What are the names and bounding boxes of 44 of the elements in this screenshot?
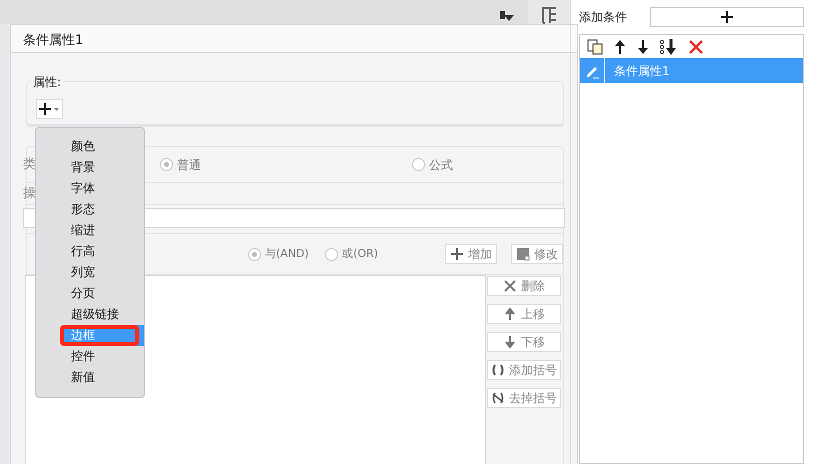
panel-title: 添加条件 xyxy=(579,9,627,26)
type-radio[interactable]: 公式 xyxy=(412,156,453,174)
menu-item[interactable]: 字体 xyxy=(67,178,144,199)
menu-item[interactable]: 分页 xyxy=(67,283,144,304)
up-button[interactable]: 上移 xyxy=(487,304,561,324)
arrow-down-icon[interactable] xyxy=(637,40,649,54)
plus-icon xyxy=(721,11,733,23)
menu-item[interactable]: 控件 xyxy=(67,346,144,367)
close-icon[interactable] xyxy=(689,40,703,54)
operator-label: 操 xyxy=(23,184,36,203)
menu-item[interactable]: 列宽 xyxy=(67,262,144,283)
paren-button[interactable]: 添加括号 xyxy=(487,360,561,380)
logic-radio[interactable]: 或(OR) xyxy=(325,246,445,262)
edit-button[interactable]: 修改 xyxy=(511,244,563,264)
type-radio[interactable]: 普通 xyxy=(160,156,412,174)
move-to-bottom-icon[interactable] xyxy=(660,38,678,54)
add-attribute-button[interactable] xyxy=(36,99,63,119)
copy-icon[interactable] xyxy=(587,38,603,54)
parentheses-icon xyxy=(491,363,505,377)
close-icon xyxy=(503,279,517,293)
condition-item[interactable]: 条件属性1 xyxy=(580,58,803,83)
menu-item[interactable]: 超级链接 xyxy=(67,304,144,325)
menu-item[interactable]: 背景 xyxy=(67,157,144,178)
plus-icon xyxy=(450,247,464,261)
layout-icon[interactable] xyxy=(540,6,558,24)
arrow-down-icon xyxy=(503,335,517,349)
plus-icon xyxy=(38,102,60,116)
attributes-label: 属性: xyxy=(31,73,64,91)
down-button[interactable]: 下移 xyxy=(487,332,561,352)
dropdown-icon[interactable] xyxy=(500,11,514,23)
type-label: 类 xyxy=(23,156,36,174)
menu-item[interactable]: 行高 xyxy=(67,241,144,262)
menu-item[interactable]: 形态 xyxy=(67,199,144,220)
menu-item[interactable]: 缩进 xyxy=(67,220,144,241)
arrow-up-icon[interactable] xyxy=(614,40,626,54)
menu-item[interactable]: 新值 xyxy=(67,367,144,388)
logic-radio[interactable]: 与(AND) xyxy=(248,246,326,262)
arrow-up-icon xyxy=(503,307,517,321)
unparen-button[interactable]: 去掉括号 xyxy=(487,388,561,408)
dialog-title: 条件属性1 xyxy=(11,25,577,53)
delete-button[interactable]: 删除 xyxy=(487,276,561,296)
remove-parentheses-icon xyxy=(491,391,505,405)
add-button[interactable]: 增加 xyxy=(445,244,497,264)
menu-item[interactable]: 颜色 xyxy=(67,136,144,157)
